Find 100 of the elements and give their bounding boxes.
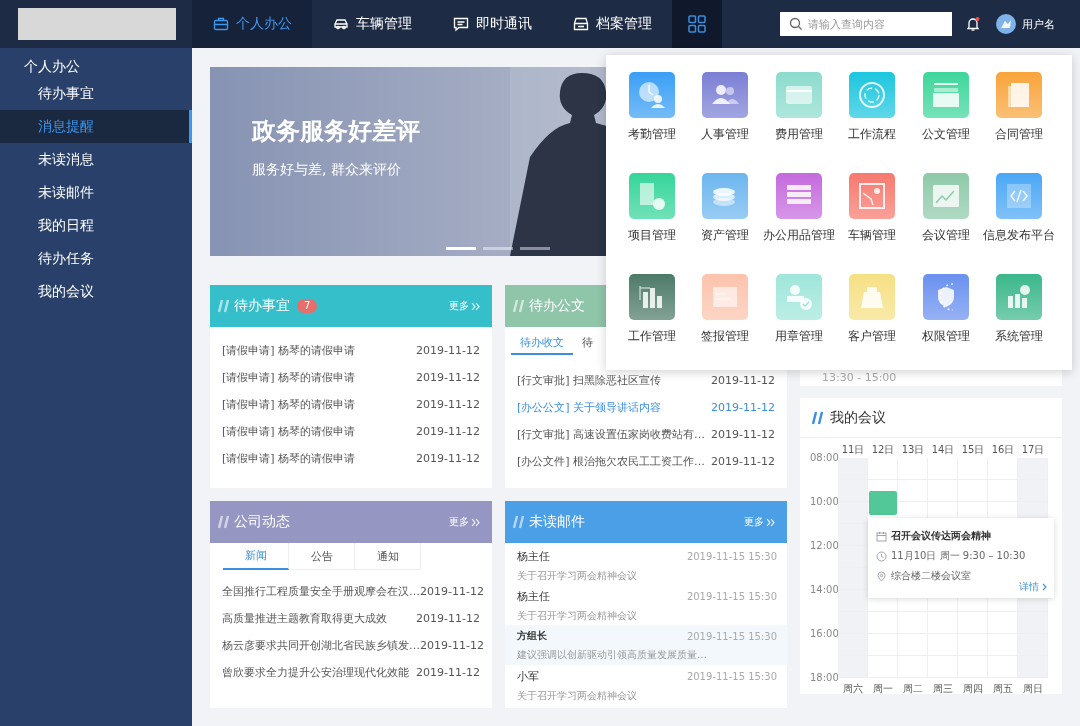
list-item-title[interactable]: [请假申请] 杨琴的请假申请 [222,343,356,358]
list-item-date: 2019-11-12 [416,371,480,384]
day-label: 14日 [930,443,956,457]
mail-item[interactable]: 杨主任 2019-11-15 15:30 关于召开学习两会精神会议 [505,545,787,585]
list-item-date: 2019-11-12 [711,374,775,387]
list-item-title[interactable]: [请假申请] 杨琴的请假申请 [222,397,356,412]
list-item-title[interactable]: [请假申请] 杨琴的请假申请 [222,424,356,439]
slash-marks-icon [812,410,824,425]
day-label: 15日 [960,443,986,457]
app-shortcut[interactable]: 费用管理 [762,72,836,173]
location-pin-icon [876,570,887,582]
app-label: 车辆管理 [848,227,897,244]
list-item-date: 2019-11-12 [711,455,775,468]
app-shortcut[interactable]: 人事管理 [688,72,762,173]
app-shortcut[interactable]: 会议管理 [909,173,983,274]
app-shortcut[interactable]: 签报管理 [688,274,762,375]
app-shortcut[interactable]: 车辆管理 [835,173,909,274]
app-label: 签报管理 [701,328,750,345]
sidebar-item[interactable]: 我的会议 [0,275,192,308]
time-label: 08:00 [810,453,838,463]
slash-marks-icon [513,299,525,313]
card-title: 我的会议 [830,408,886,427]
app-shortcut[interactable]: 项目管理 [615,173,689,274]
app-shortcut[interactable]: 办公用品管理 [762,173,836,274]
tab[interactable]: 待办收文 [511,331,573,355]
user-name[interactable]: 用户名 [1022,16,1055,32]
app-label: 公文管理 [921,126,970,143]
count-badge: 7 [297,299,318,313]
list-item-title[interactable]: 高质量推进主题教育取得更大成效 [222,611,387,626]
mail-item[interactable]: 小军 2019-11-15 15:30 关于召开学习两会精神会议 [505,665,787,705]
search-field[interactable]: 请输入查询内容 [780,12,952,36]
list-item-date: 2019-11-12 [416,425,480,438]
app-shortcut[interactable]: 权限管理 [909,274,983,375]
app-label: 资产管理 [701,227,750,244]
app-shortcut[interactable]: 考勤管理 [615,72,689,173]
mail-sender: 小军 [517,669,539,684]
weekday-label: 周六 [842,682,864,696]
list-item-title[interactable]: [办公文件] 根治拖欠农民工工资工作… [517,454,706,469]
app-shortcut[interactable]: 公文管理 [909,72,983,173]
app-shortcut[interactable]: 资产管理 [688,173,762,274]
list-item-title[interactable]: [请假申请] 杨琴的请假申请 [222,451,356,466]
list-item-date: 2019-11-12 [416,612,480,625]
app-label: 项目管理 [627,227,676,244]
chevron-right-icon [1041,583,1048,591]
details-link[interactable]: 详情 [1019,580,1048,594]
card-title: 待办公文 [529,297,585,315]
app-shortcut[interactable]: 信息发布平台 [982,173,1056,274]
app-label: 工作管理 [627,328,676,345]
sidebar-group-title[interactable]: 个人办公 [0,55,192,77]
sidebar-item[interactable]: 消息提醒 [0,110,192,143]
tab[interactable]: 通知 [355,543,421,570]
sidebar-item[interactable]: 待办任务 [0,242,192,275]
list-item-title[interactable]: 全国推行工程质量安全手册观摩会在汉… [222,584,420,599]
mail-item[interactable]: 杨主任 2019-11-15 15:30 关于召开学习两会精神会议 [505,585,787,625]
carousel-indicator[interactable] [483,247,513,250]
mail-preview: 关于召开学习两会精神会议 [517,689,637,703]
app-label: 系统管理 [995,328,1044,345]
avatar-icon[interactable] [996,14,1016,34]
mail-sender: 方组长 [517,629,547,643]
list-item-title[interactable]: [请假申请] 杨琴的请假申请 [222,370,356,385]
mail-sender: 杨主任 [517,589,550,604]
app-shortcut[interactable]: 工作管理 [615,274,689,375]
day-label: 17日 [1020,443,1046,457]
tab[interactable]: 公告 [289,543,355,570]
list-item-title[interactable]: [办公公文] 关于领导讲话内容 [517,400,662,415]
nav-tab[interactable]: 车辆管理 [312,0,432,48]
app-label: 合同管理 [995,126,1044,143]
list-item-title[interactable]: [行文审批] 扫黑除恶社区宣传 [517,373,662,388]
app-shortcut[interactable]: 系统管理 [982,274,1056,375]
app-shortcut[interactable]: 合同管理 [982,72,1056,173]
tab[interactable]: 待 [573,331,602,355]
app-shortcut[interactable]: 工作流程 [835,72,909,173]
nav-tab[interactable]: 个人办公 [192,0,312,48]
nav-tab[interactable]: 即时通讯 [432,0,552,48]
sidebar-item[interactable]: 未读邮件 [0,176,192,209]
double-chevron-icon [471,517,480,527]
list-item-title[interactable]: [行文审批] 高速设置伍家岗收费站有… [517,427,706,442]
nav-tab[interactable]: 档案管理 [552,0,672,48]
tab[interactable]: 新闻 [223,543,289,570]
calendar-icon [876,530,887,542]
notification-bell-icon[interactable] [966,16,980,32]
banner-subtitle: 服务好与差, 群众来评价 [252,161,401,179]
grid-icon [687,14,707,34]
sidebar-item[interactable]: 待办事宜 [0,77,192,110]
apps-grid-button[interactable] [672,0,722,48]
mail-item[interactable]: 方组长 2019-11-15 15:30 建议强调以创新驱动引领高质量发展质量… [505,625,787,665]
archive-icon [572,16,589,32]
app-label: 考勤管理 [627,126,676,143]
weekday-label: 周一 [872,682,894,696]
app-label: 信息发布平台 [983,227,1056,244]
list-item-title[interactable]: 杨云彦要求共同开创湖北省民族乡镇发… [222,638,420,653]
sidebar-item[interactable]: 我的日程 [0,209,192,242]
meeting-event[interactable] [869,491,897,516]
list-item-title[interactable]: 曾欣要求全力提升公安治理现代化效能 [222,665,409,680]
app-label: 用章管理 [774,328,823,345]
mail-time: 2019-11-15 15:30 [686,591,777,602]
weekday-label: 周五 [992,682,1014,696]
sidebar-item[interactable]: 未读消息 [0,143,192,176]
list-item-date: 2019-11-12 [711,428,775,441]
card-title: 未读邮件 [529,513,585,531]
